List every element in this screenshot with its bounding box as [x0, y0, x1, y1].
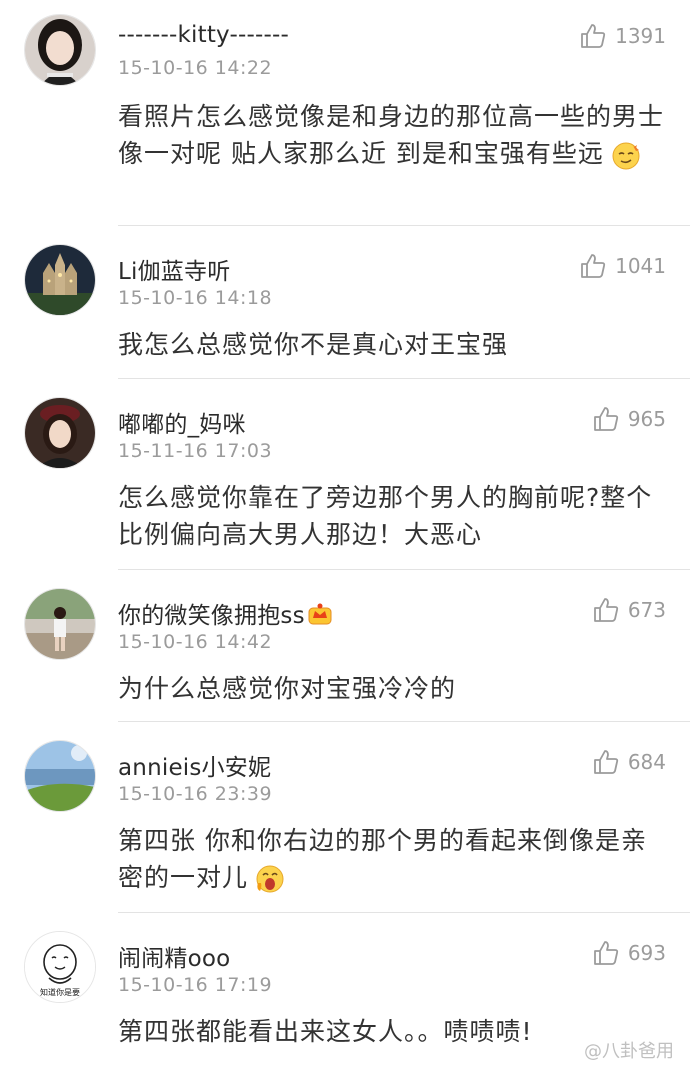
- comment-item: annieis小安妮 15-10-16 23:39 684 第四张 你和你右边的…: [0, 722, 690, 913]
- timestamp: 15-10-16 14:42: [118, 631, 273, 653]
- username[interactable]: 嘟嘟的_妈咪: [118, 405, 246, 439]
- thumbs-up-icon: [592, 748, 620, 776]
- avatar[interactable]: [24, 397, 96, 469]
- like-count: 684: [627, 750, 666, 774]
- avatar-caption: 知道你是要: [40, 988, 80, 997]
- timestamp: 15-10-16 14:22: [118, 57, 273, 79]
- like-button[interactable]: 1391: [579, 22, 666, 50]
- crown-icon: [307, 600, 333, 626]
- like-button[interactable]: 693: [592, 939, 666, 967]
- user-photo: [25, 15, 95, 85]
- comment-item: 你的微笑像拥抱ss 15-10-16 14:42 673 为什么总感觉你对宝强冷…: [0, 570, 690, 722]
- shocked-emoji-icon: [254, 863, 286, 895]
- like-button[interactable]: 673: [592, 596, 666, 624]
- user-photo: [25, 589, 95, 659]
- username-text: 你的微笑像拥抱ss: [118, 603, 305, 629]
- comment-text: 我怎么总感觉你不是真心对王宝强: [118, 326, 666, 363]
- username[interactable]: Li伽蓝寺听: [118, 252, 230, 286]
- comment-text: 看照片怎么感觉像是和身边的那位高一些的男士像一对呢 贴人家那么近 到是和宝强有些…: [118, 98, 666, 172]
- username[interactable]: annieis小安妮: [118, 748, 271, 782]
- comment-item: Li伽蓝寺听 15-10-16 14:18 1041 我怎么总感觉你不是真心对王…: [0, 226, 690, 379]
- timestamp: 15-10-16 17:19: [118, 974, 273, 996]
- username[interactable]: 闹闹精ooo: [118, 939, 230, 973]
- comment-text: 为什么总感觉你对宝强冷冷的: [118, 670, 666, 707]
- like-button[interactable]: 965: [592, 405, 666, 433]
- comment-body: 怎么感觉你靠在了旁边那个男人的胸前呢?整个比例偏向高大男人那边！大恶心: [118, 483, 653, 549]
- comment-text: 怎么感觉你靠在了旁边那个男人的胸前呢?整个比例偏向高大男人那边！大恶心: [118, 479, 666, 553]
- avatar[interactable]: [24, 14, 96, 86]
- smirk-emoji-icon: [610, 139, 642, 171]
- comment-body: 第四张 你和你右边的那个男的看起来倒像是亲密的一对儿: [118, 826, 647, 892]
- thumbs-up-icon: [592, 939, 620, 967]
- like-count: 965: [627, 407, 666, 431]
- comment-body: 看照片怎么感觉像是和身边的那位高一些的男士像一对呢 贴人家那么近 到是和宝强有些…: [118, 102, 665, 168]
- like-count: 673: [627, 598, 666, 622]
- user-photo: [25, 245, 95, 315]
- thumbs-up-icon: [579, 252, 607, 280]
- avatar[interactable]: [24, 244, 96, 316]
- comment-text: 第四张 你和你右边的那个男的看起来倒像是亲密的一对儿: [118, 822, 666, 896]
- user-photo: [25, 741, 95, 811]
- username[interactable]: 你的微笑像拥抱ss: [118, 596, 333, 630]
- thumbs-up-icon: [592, 405, 620, 433]
- comment-body: 我怎么总感觉你不是真心对王宝强: [118, 330, 509, 359]
- watermark: @八卦爸用: [584, 1041, 674, 1062]
- like-button[interactable]: 684: [592, 748, 666, 776]
- like-count: 1391: [615, 24, 666, 48]
- comment-item: -------kitty------- 15-10-16 14:22 1391 …: [0, 0, 690, 226]
- like-count: 1041: [615, 254, 666, 278]
- like-button[interactable]: 1041: [579, 252, 666, 280]
- avatar[interactable]: [24, 740, 96, 812]
- username[interactable]: -------kitty-------: [118, 22, 289, 48]
- timestamp: 15-10-16 14:18: [118, 287, 273, 309]
- like-count: 693: [627, 941, 666, 965]
- avatar[interactable]: 知道你是要: [24, 931, 96, 1003]
- user-photo: [25, 398, 95, 468]
- timestamp: 15-11-16 17:03: [118, 440, 273, 462]
- thumbs-up-icon: [592, 596, 620, 624]
- thumbs-up-icon: [579, 22, 607, 50]
- avatar[interactable]: [24, 588, 96, 660]
- timestamp: 15-10-16 23:39: [118, 783, 273, 805]
- comment-body: 为什么总感觉你对宝强冷冷的: [118, 674, 457, 703]
- comment-body: 第四张都能看出来这女人。。啧啧啧!: [118, 1017, 533, 1046]
- comment-item: 嘟嘟的_妈咪 15-11-16 17:03 965 怎么感觉你靠在了旁边那个男人…: [0, 379, 690, 570]
